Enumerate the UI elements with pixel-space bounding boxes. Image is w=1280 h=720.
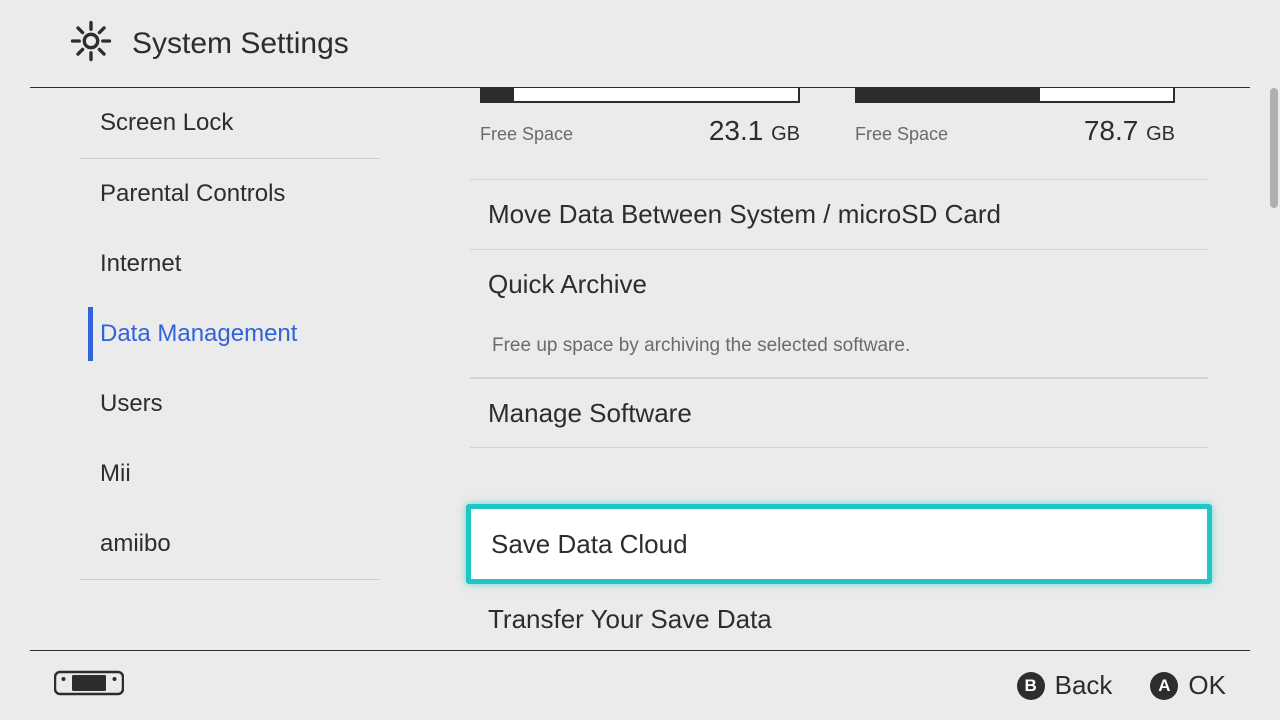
option-save-data-cloud[interactable]: Save Data Cloud [466, 504, 1212, 584]
option-label: Quick Archive [488, 269, 647, 300]
sidebar-item-label: Internet [100, 250, 181, 278]
option-label: Manage Software [488, 398, 692, 429]
sidebar-item-data-management[interactable]: Data Management [0, 299, 410, 369]
storage-bar [855, 88, 1175, 103]
sidebar-item-label: Screen Lock [100, 109, 233, 137]
b-button-icon: B [1017, 672, 1045, 700]
page-title: System Settings [132, 27, 349, 61]
hint-label: Back [1055, 670, 1113, 701]
footer: B Back A OK [30, 650, 1250, 720]
main-panel: Free Space 23.1 GB Free Space 78.7 GB Mo… [410, 88, 1280, 650]
sidebar-item-users[interactable]: Users [0, 369, 410, 439]
storage-bar [480, 88, 800, 103]
sidebar-item-label: Parental Controls [100, 180, 285, 208]
sidebar: Screen Lock Parental Controls Internet D… [0, 88, 410, 650]
sidebar-divider [80, 579, 380, 580]
scrollbar-thumb[interactable] [1270, 88, 1278, 208]
sidebar-item-label: Data Management [100, 320, 297, 348]
option-manage-software[interactable]: Manage Software [470, 378, 1208, 448]
quick-archive-help: Free up space by archiving the selected … [470, 319, 1208, 378]
storage-microsd[interactable]: Free Space 78.7 GB [855, 88, 1175, 147]
sidebar-item-amiibo[interactable]: amiibo [0, 509, 410, 579]
hint-back[interactable]: B Back [1017, 670, 1113, 701]
storage-free-label: Free Space [480, 124, 573, 145]
gear-icon [70, 20, 112, 67]
header: System Settings [30, 0, 1250, 88]
storage-free-label: Free Space [855, 124, 948, 145]
option-label: Transfer Your Save Data [488, 604, 772, 635]
sidebar-item-label: amiibo [100, 530, 171, 558]
controller-icon [54, 667, 124, 704]
sidebar-item-screen-lock[interactable]: Screen Lock [0, 88, 410, 158]
sidebar-item-label: Users [100, 390, 163, 418]
scrollbar[interactable] [1268, 88, 1280, 650]
a-button-icon: A [1150, 672, 1178, 700]
hint-ok[interactable]: A OK [1150, 670, 1226, 701]
option-label: Move Data Between System / microSD Card [488, 199, 1001, 230]
hint-label: OK [1188, 670, 1226, 701]
option-label: Save Data Cloud [491, 529, 688, 560]
storage-free-value: 78.7 GB [1084, 115, 1175, 147]
sidebar-item-mii[interactable]: Mii [0, 439, 410, 509]
option-move-data[interactable]: Move Data Between System / microSD Card [470, 179, 1208, 249]
option-transfer-save-data[interactable]: Transfer Your Save Data [470, 584, 1208, 650]
sidebar-item-label: Mii [100, 460, 131, 488]
storage-system[interactable]: Free Space 23.1 GB [480, 88, 800, 147]
sidebar-item-parental-controls[interactable]: Parental Controls [0, 159, 410, 229]
storage-free-value: 23.1 GB [709, 115, 800, 147]
sidebar-item-internet[interactable]: Internet [0, 229, 410, 299]
option-quick-archive[interactable]: Quick Archive [470, 249, 1208, 319]
